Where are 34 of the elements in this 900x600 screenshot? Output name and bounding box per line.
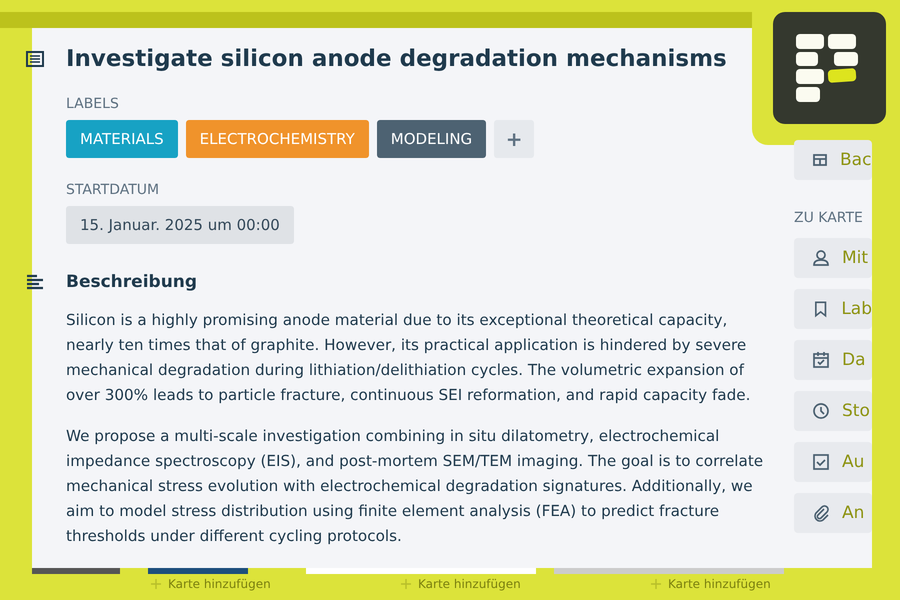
label-tag[interactable]: MATERIALS (66, 120, 178, 158)
add-label-button[interactable]: + (494, 120, 534, 158)
sidebar-button[interactable]: Bac (794, 140, 872, 180)
sidebar-button[interactable]: An (794, 493, 872, 533)
person-icon (812, 249, 830, 267)
bookmark-icon (812, 300, 830, 318)
board-icon (812, 152, 828, 168)
sidebar-button[interactable]: Mit (794, 238, 872, 278)
card-title: Investigate silicon anode degradation mechanisms (66, 46, 727, 72)
labels-heading: LABELS (66, 96, 120, 112)
description-icon (26, 274, 44, 290)
clock-icon (812, 402, 830, 420)
sidebar-button[interactable]: Sto (794, 391, 872, 431)
paperclip-icon (812, 504, 830, 522)
sidebar-heading: ZU KARTE (794, 210, 864, 226)
add-card-button[interactable]: Karte hinzufügen (150, 577, 290, 591)
add-card-button[interactable]: Karte hinzufügen (650, 577, 790, 591)
start-date-button[interactable]: 15. Januar. 2025 um 00:00 (66, 206, 294, 244)
plus-icon (150, 578, 162, 590)
sidebar-button[interactable]: Au (794, 442, 872, 482)
calendar-icon (812, 351, 830, 369)
start-date-heading: STARTDATUM (66, 182, 160, 198)
description-paragraph: We propose a multi-scale investigation combining in situ dilatometry, electrochemical impedance spectroscopy (EIS), and post-mortem SEM/TEM imaging. The goal is to correlate mechanical stress evolution with electrochemical degradation signatures. Additionally, we aim to model stress distribution using finite element analysis (FEA) to predict fracture thresholds under different cycling protocols. (66, 426, 764, 547)
label-tag[interactable]: MODELING (376, 120, 486, 158)
sidebar-button[interactable]: Lab (794, 289, 872, 329)
checkbox-icon (812, 453, 830, 471)
plus-icon (650, 578, 662, 590)
card-icon (26, 51, 44, 67)
label-tag[interactable]: ELECTROCHEMISTRY (186, 120, 369, 158)
add-card-button[interactable]: Karte hinzufügen (400, 577, 540, 591)
sidebar-button[interactable]: Da (794, 340, 872, 380)
plus-icon (400, 578, 412, 590)
description-paragraph: Silicon is a highly promising anode material due to its exceptional theoretical capacity, nearly ten times that of graphite. However, its practical application is hindered by severe mechanical degradation during lithiation/delithiation cycles. The volumetric expansion of over 300% leads to particle fracture, continuous SEI reformation, and rapid capacity fade. (66, 310, 752, 406)
description-heading: Beschreibung (66, 272, 198, 292)
